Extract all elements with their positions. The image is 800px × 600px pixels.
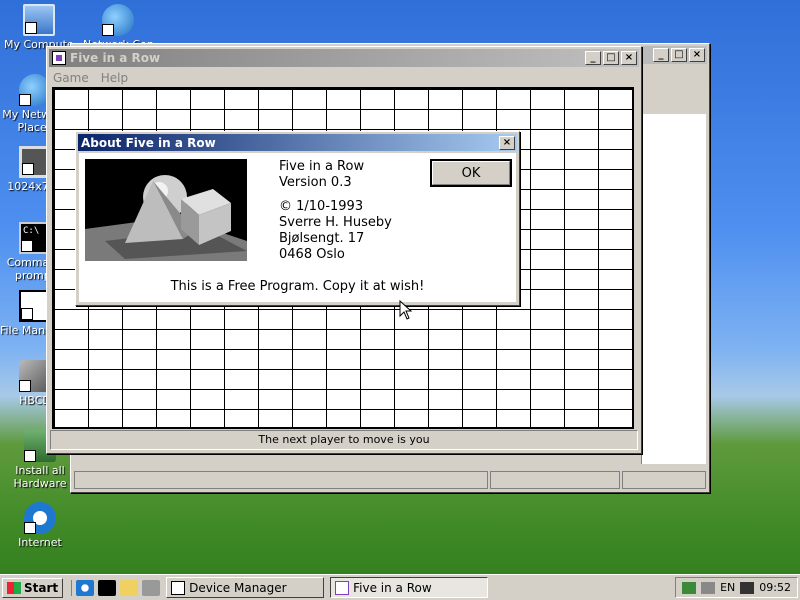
maximize-icon: □	[606, 52, 616, 63]
maximize-icon: □	[674, 49, 684, 60]
ie-quicklaunch-icon[interactable]	[76, 579, 95, 596]
my-computer-icon	[23, 4, 55, 36]
maximize-button[interactable]: □	[671, 48, 687, 62]
network-tray-icon[interactable]	[682, 581, 697, 594]
close-button[interactable]: ×	[689, 48, 705, 62]
folder-quicklaunch-icon[interactable]	[120, 579, 139, 596]
app-icon	[52, 51, 66, 65]
status-pane	[490, 471, 620, 489]
minimize-icon: _	[590, 52, 596, 63]
task-five-in-a-row[interactable]: Five in a Row	[330, 577, 489, 598]
app-version: Version 0.3	[279, 175, 352, 190]
status-pane	[74, 471, 488, 489]
drive-quicklaunch-icon[interactable]	[142, 579, 161, 596]
minimize-icon: _	[658, 49, 664, 60]
task-label: Five in a Row	[353, 580, 432, 595]
close-icon: ×	[624, 52, 634, 63]
game-titlebar[interactable]: Five in a Row _ □ ×	[49, 49, 639, 67]
app-name: Five in a Row	[279, 159, 365, 174]
device-manager-content	[641, 114, 706, 464]
close-icon: ×	[502, 136, 512, 148]
network-connections-icon	[102, 4, 134, 36]
desktop-icon-label: Install all Hardware	[13, 464, 67, 490]
menu-game[interactable]: Game	[53, 71, 89, 85]
about-body: Five in a Row Version 0.3 © 1/10-1993 Sv…	[79, 153, 516, 302]
address-street: Bjølsengt. 17	[279, 231, 365, 246]
shapes-artwork-icon	[85, 159, 247, 261]
status-pane	[622, 471, 706, 489]
desktop-icon-internet[interactable]: Internet	[5, 502, 75, 549]
tools-tray-icon[interactable]	[740, 581, 755, 594]
minimize-button[interactable]: _	[585, 51, 601, 65]
language-indicator[interactable]: EN	[720, 581, 735, 594]
taskbar: Start Device Manager Five in a Row EN 09…	[0, 574, 800, 600]
menu-bar: Game Help	[47, 69, 641, 87]
close-icon: ×	[692, 49, 702, 60]
start-label: Start	[24, 580, 59, 595]
start-button[interactable]: Start	[2, 577, 64, 598]
ok-button[interactable]: OK	[430, 159, 512, 187]
address-city: 0468 Oslo	[279, 247, 345, 262]
about-dialog[interactable]: About Five in a Row × Five in a Row Vers…	[75, 131, 520, 306]
task-label: Device Manager	[189, 580, 287, 595]
copyright: © 1/10-1993	[279, 199, 364, 214]
maximize-button[interactable]: □	[603, 51, 619, 65]
close-button[interactable]: ×	[499, 135, 515, 150]
quick-launch	[71, 579, 161, 596]
five-in-a-row-icon	[335, 580, 350, 595]
minimize-button[interactable]: _	[653, 48, 669, 62]
shapes-artwork	[85, 159, 247, 261]
internet-explorer-icon	[24, 502, 56, 534]
free-program-notice: This is a Free Program. Copy it at wish!	[170, 279, 425, 294]
task-device-manager[interactable]: Device Manager	[166, 577, 325, 598]
desktop-icon-label: Internet	[18, 536, 62, 549]
mouse-cursor-icon	[399, 300, 413, 320]
device-manager-statusbar	[74, 471, 706, 489]
close-button[interactable]: ×	[621, 51, 637, 65]
about-info: Five in a Row Version 0.3 © 1/10-1993 Sv…	[279, 159, 392, 263]
system-tray: EN 09:52	[675, 577, 798, 598]
ok-button-label: OK	[461, 165, 481, 181]
author: Sverre H. Huseby	[279, 215, 392, 230]
device-manager-icon	[171, 580, 186, 595]
window-title: Five in a Row	[70, 51, 161, 65]
dialog-title: About Five in a Row	[81, 135, 216, 150]
about-titlebar[interactable]: About Five in a Row ×	[78, 134, 517, 151]
hardware-tray-icon[interactable]	[701, 581, 716, 594]
cmd-quicklaunch-icon[interactable]	[98, 579, 117, 596]
status-bar: The next player to move is you	[50, 430, 638, 450]
menu-help[interactable]: Help	[101, 71, 128, 85]
clock[interactable]: 09:52	[759, 581, 791, 594]
windows-flag-icon	[7, 581, 21, 594]
desktop-icon-my-computer[interactable]: My Computer	[4, 4, 74, 51]
